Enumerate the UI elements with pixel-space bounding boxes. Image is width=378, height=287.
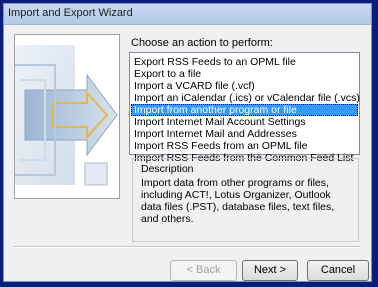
- action-prompt-label: Choose an action to perform:: [131, 37, 273, 49]
- list-item-export-rss-opml[interactable]: Export RSS Feeds to an OPML file: [131, 56, 358, 68]
- wizard-content: Choose an action to perform: Export RSS …: [5, 25, 370, 281]
- wizard-illustration: [14, 34, 120, 199]
- list-item-import-another-program[interactable]: Import from another program or file: [131, 104, 358, 116]
- cancel-button[interactable]: Cancel: [307, 260, 369, 281]
- list-item-import-mail-addresses[interactable]: Import Internet Mail and Addresses: [131, 128, 358, 140]
- next-button[interactable]: Next >: [242, 260, 298, 281]
- list-item-import-mail-account-settings[interactable]: Import Internet Mail Account Settings: [131, 116, 358, 128]
- list-item-export-to-file[interactable]: Export to a file: [131, 68, 358, 80]
- footer-separator: [14, 246, 361, 248]
- import-export-arrows-icon: [15, 35, 119, 198]
- title-bar[interactable]: Import and Export Wizard: [4, 4, 371, 25]
- description-text: Import data from other programs or files…: [141, 177, 335, 225]
- list-item-import-vcard[interactable]: Import a VCARD file (.vcf): [131, 80, 358, 92]
- list-item-import-icalendar[interactable]: Import an iCalendar (.ics) or vCalendar …: [131, 92, 360, 104]
- description-title: Description: [141, 163, 194, 175]
- description-group: Description Import data from other progr…: [132, 158, 359, 242]
- wizard-dialog: Import and Export Wizard Choose an actio…: [3, 3, 372, 282]
- action-listbox[interactable]: Export RSS Feeds to an OPML file Export …: [129, 52, 360, 164]
- window-title: Import and Export Wizard: [8, 7, 133, 19]
- back-button[interactable]: < Back: [170, 260, 237, 281]
- list-item-import-rss-opml[interactable]: Import RSS Feeds from an OPML file: [131, 140, 358, 152]
